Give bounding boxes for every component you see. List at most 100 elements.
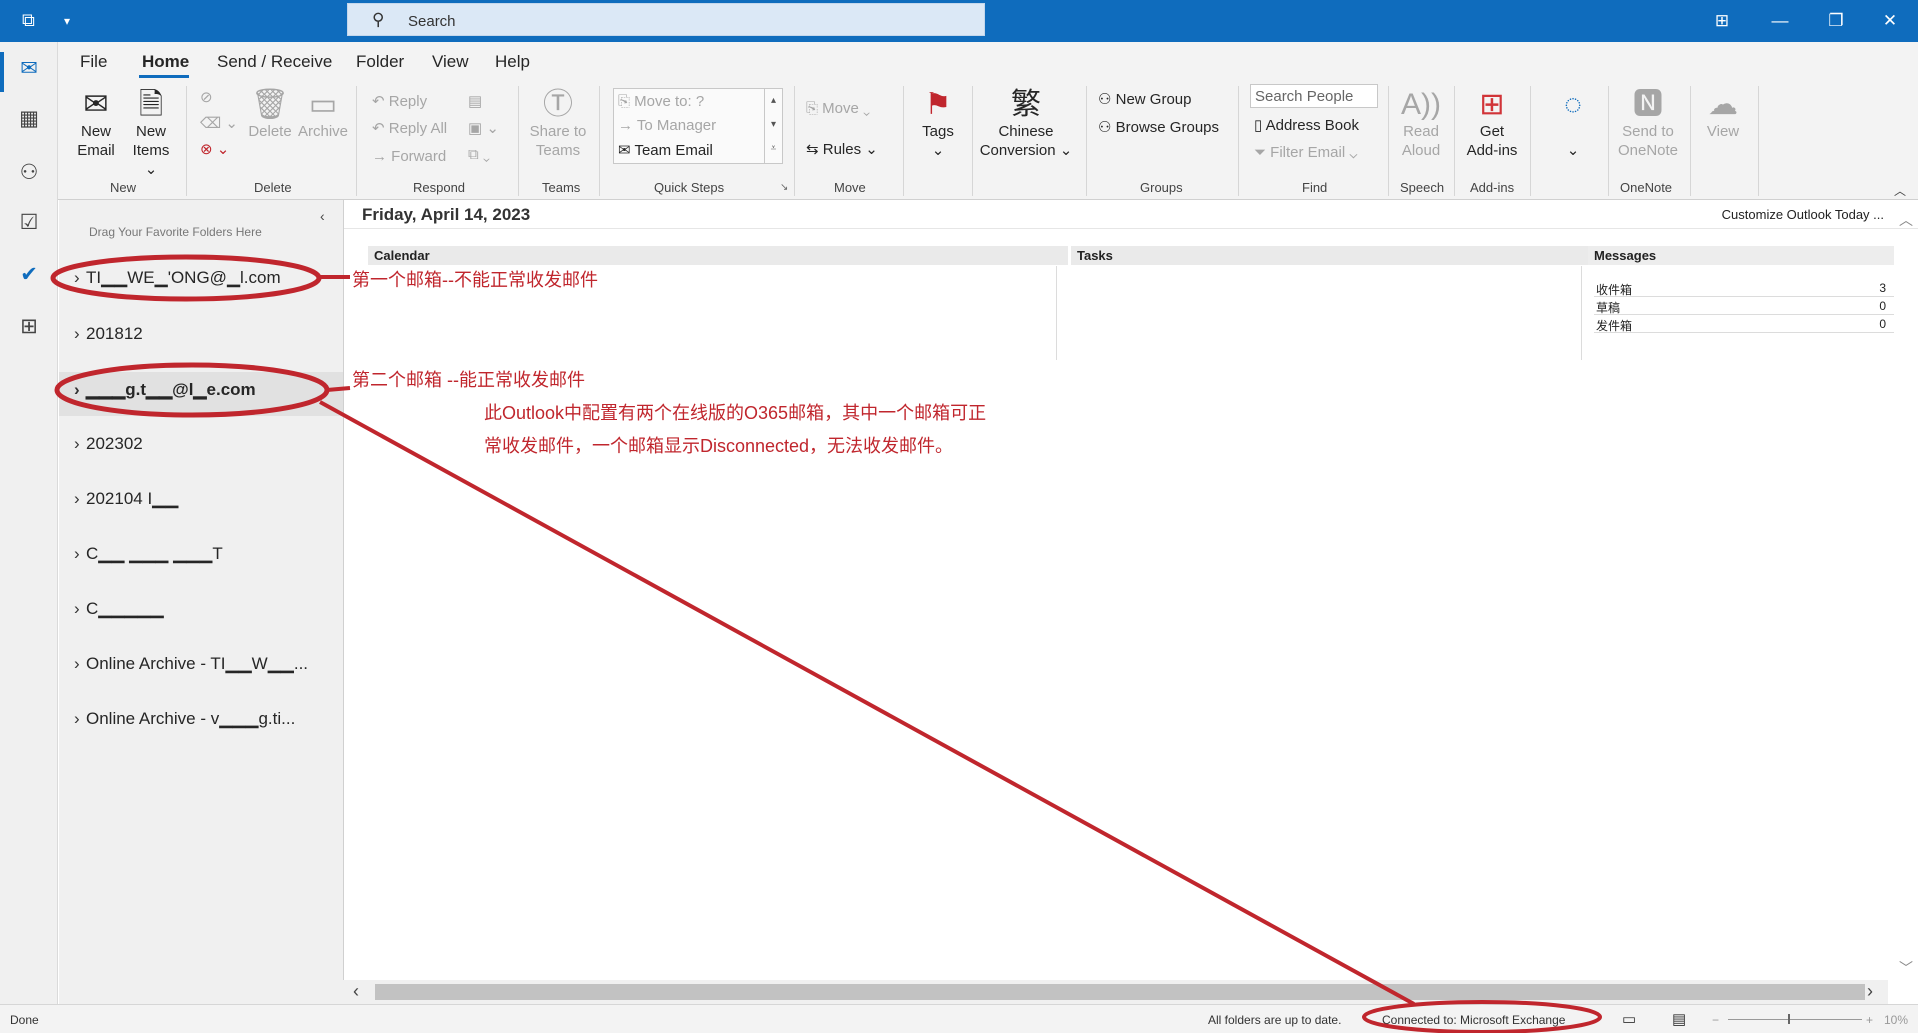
scroll-left-icon[interactable]: ‹ [353, 981, 359, 1002]
tasks-icon[interactable]: ☑ [15, 210, 43, 235]
customize-outlook-today-link[interactable]: Customize Outlook Today ... [1722, 207, 1884, 222]
messages-row-outbox[interactable]: 发件箱 0 [1594, 316, 1894, 333]
reading-view-icon[interactable]: ▤ [1672, 1010, 1686, 1028]
apps-icon[interactable]: ⊞ [15, 314, 43, 339]
messages-row-drafts[interactable]: 草稿 0 [1594, 298, 1894, 315]
calendar-icon[interactable]: ▦ [15, 106, 43, 131]
horizontal-scrollbar[interactable]: ‹ › [343, 980, 1888, 1004]
folder-mailbox-1[interactable]: › TI▁▁WE▁'ONG@▁l.com [74, 268, 281, 288]
chevron-right-icon: › [74, 380, 80, 399]
onenote-icon: 🅽 [1633, 88, 1663, 121]
tab-home[interactable]: Home [142, 52, 189, 72]
annotation-second-mailbox: 第二个邮箱 --能正常收发邮件 [352, 370, 585, 390]
coming-soon-icon[interactable]: ⊞ [1694, 0, 1750, 42]
rules-button[interactable]: ⇆ Rules ⌄ [806, 140, 878, 158]
group-divider [1758, 86, 1759, 196]
close-icon[interactable]: ✕ [1862, 0, 1918, 42]
reply-button[interactable]: ↶ Reply [372, 92, 427, 110]
address-book-button[interactable]: ▯ Address Book [1254, 116, 1359, 134]
collapse-pane-icon[interactable]: ‹ [320, 208, 325, 224]
folder-c-2[interactable]: › C▁▁▁▁▁ [74, 599, 164, 619]
minimize-icon[interactable]: — [1752, 0, 1808, 42]
forward-button[interactable]: → Forward [372, 148, 446, 165]
search-people-input[interactable]: Search People [1250, 84, 1378, 108]
scroll-up-icon[interactable]: ︿ [1899, 210, 1913, 230]
group-divider [186, 86, 187, 196]
delete-button[interactable]: 🗑 Delete [243, 88, 297, 141]
group-label-new: New [110, 180, 137, 195]
group-label-onenote: OneNote [1620, 180, 1673, 195]
todo-icon[interactable]: ✔ [15, 262, 43, 287]
vertical-scrollbar[interactable]: ︿ ﹀ [1893, 210, 1918, 980]
tab-folder[interactable]: Folder [356, 52, 404, 72]
more-respond-icon[interactable]: ⧉ ⌄ [468, 146, 490, 163]
group-label-add-ins: Add-ins [1470, 180, 1515, 195]
messages-row-inbox[interactable]: 收件箱 3 [1594, 280, 1894, 297]
group-divider [903, 86, 904, 196]
archive-button[interactable]: ▭ Archive [296, 88, 350, 141]
get-add-ins-button[interactable]: ⊞ Get Add-ins [1462, 88, 1522, 160]
scrollbar-thumb[interactable] [375, 984, 1865, 1000]
new-items-button[interactable]: 🗎 New Items ⌄ [126, 88, 176, 179]
tab-view[interactable]: View [432, 52, 469, 72]
search-input[interactable]: ⚲ Search [347, 3, 985, 36]
group-label-move: Move [834, 180, 866, 195]
read-aloud-button[interactable]: A)) Read Aloud [1396, 88, 1446, 160]
folder-202104[interactable]: › 202104 I▁▁ [74, 489, 178, 509]
restore-icon[interactable]: ❐ [1808, 0, 1864, 42]
chinese-conversion-button[interactable]: 繁 Chinese Conversion ⌄ [978, 88, 1074, 160]
quick-step-team-email[interactable]: ✉ Team Email [618, 141, 713, 159]
folder-201812[interactable]: › 201812 [74, 324, 143, 344]
browse-groups-button[interactable]: ⚇ Browse Groups [1098, 118, 1219, 136]
active-indicator [0, 52, 4, 92]
tab-help[interactable]: Help [495, 52, 530, 72]
folder-mailbox-2[interactable]: › ▁▁▁g.t▁▁@l▁e.com [74, 380, 256, 400]
collapse-ribbon-icon[interactable]: ︿ [1894, 182, 1906, 199]
ignore-icon[interactable]: ⊘ [200, 88, 213, 106]
search-placeholder: Search [408, 13, 456, 30]
app-icon[interactable]: ⧉ [22, 10, 35, 31]
new-group-button[interactable]: ⚇ New Group [1098, 90, 1192, 108]
zoom-out-icon[interactable]: − [1712, 1013, 1719, 1027]
mail-icon[interactable]: ✉ [15, 56, 43, 81]
folder-online-archive-2[interactable]: › Online Archive - v▁▁▁g.ti... [74, 709, 295, 729]
junk-icon[interactable]: ⊗ ⌄ [200, 140, 229, 158]
reply-all-button[interactable]: ↶ Reply All [372, 119, 447, 137]
connection-status[interactable]: Connected to: Microsoft Exchange [1382, 1013, 1565, 1027]
people-icon[interactable]: ⚇ [15, 160, 43, 185]
group-label-speech: Speech [1400, 180, 1445, 195]
quick-step-move-to[interactable]: ⎘ Move to: ? [618, 93, 704, 110]
zoom-in-icon[interactable]: + [1866, 1013, 1873, 1027]
addin-button[interactable]: ◌ ⌄ [1548, 88, 1598, 160]
folder-202302[interactable]: › 202302 [74, 434, 143, 454]
send-to-onenote-button[interactable]: 🅽 Send to OneNote [1616, 88, 1680, 160]
folder-online-archive-1[interactable]: › Online Archive - TI▁▁W▁▁... [74, 654, 308, 674]
share-to-teams-button[interactable]: Ⓣ Share to Teams [528, 88, 588, 160]
trash-icon: 🗑 [250, 88, 290, 121]
new-email-button[interactable]: ✉ New Email [74, 88, 118, 160]
tab-send-receive[interactable]: Send / Receive [217, 52, 332, 72]
scroll-down-icon[interactable]: ﹀ [1899, 958, 1913, 978]
dialog-launcher-icon[interactable]: ↘ [780, 182, 788, 193]
quick-steps-scroll[interactable]: ▴ ▾ ⩡ [764, 89, 782, 163]
cleanup-icon[interactable]: ⌫ ⌄ [200, 114, 238, 132]
group-divider [1238, 86, 1239, 196]
tags-button[interactable]: ⚑ Tags ⌄ [914, 88, 962, 160]
zoom-slider-thumb[interactable] [1788, 1014, 1790, 1024]
tab-file[interactable]: File [80, 52, 107, 72]
filter-email-button[interactable]: ⏷ Filter Email ⌄ [1254, 144, 1357, 161]
group-divider [1690, 86, 1691, 196]
meeting-icon[interactable]: ▤ [468, 92, 482, 110]
zoom-slider[interactable] [1728, 1019, 1862, 1020]
messages-header: Messages [1588, 246, 1894, 265]
move-button[interactable]: ⎘ Move ⌄ [806, 100, 870, 117]
im-icon[interactable]: ▣ ⌄ [468, 119, 499, 137]
scroll-right-icon[interactable]: › [1867, 981, 1873, 1002]
status-text: Done [10, 1013, 39, 1027]
folder-c-1[interactable]: › C▁▁ ▁▁▁ ▁▁▁T [74, 544, 223, 564]
normal-view-icon[interactable]: ▭ [1622, 1010, 1636, 1028]
quick-access-chevron-icon[interactable]: ▾ [64, 14, 70, 28]
view-button[interactable]: ☁ View [1698, 88, 1748, 141]
quick-step-to-manager[interactable]: → To Manager [618, 117, 716, 134]
page-title: Friday, April 14, 2023 [362, 205, 531, 224]
